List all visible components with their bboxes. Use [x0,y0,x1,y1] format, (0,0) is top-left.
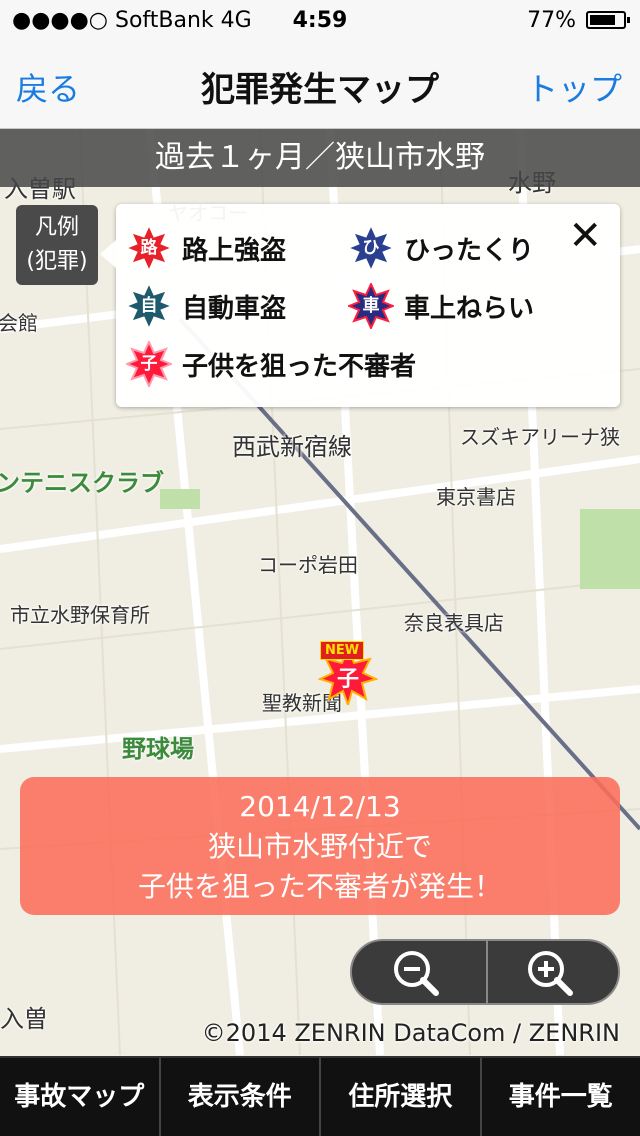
tab-display-conditions[interactable]: 表示条件 [161,1058,321,1136]
tab-address-selection[interactable]: 住所選択 [321,1058,482,1136]
incident-marker[interactable]: NEW 子 [318,639,378,705]
top-button[interactable]: トップ [526,64,622,110]
map-label-yakyujo: 野球場 [122,735,194,763]
legend-tab-label: 凡例 [34,215,79,240]
star-badge-icon: 路 [126,225,172,271]
legend-item-snatching: ひ ひったくり [348,225,534,271]
close-icon[interactable]: ✕ [568,216,602,256]
status-bar: ●●●●○ SoftBank 4G 4:59 77% [0,0,640,40]
zoom-out-icon [394,951,439,996]
period-banner: 過去１ヶ月／狭山市水野 [0,129,640,187]
marker-char: 子 [336,667,359,692]
zoom-in-button[interactable] [522,947,582,999]
map-copyright: ©2014 ZENRIN DataCom / ZENRIN [201,1019,620,1047]
battery-percent: 77% [527,8,576,33]
navigation-bar: 戻る 犯罪発生マップ トップ [0,40,640,129]
star-badge-icon: 子 [126,341,172,387]
star-badge-icon: 自 [126,283,172,329]
map-label-tennis: ンテニスクラブ [0,469,164,497]
map-label-nara: 奈良表具店 [404,611,504,635]
map-label-iriso: 入曽 [0,1005,48,1033]
map-label-railway: 西武新宿線 [232,433,352,461]
battery-icon [586,11,630,29]
incident-alert[interactable]: 2014/12/13 狭山市水野付近で 子供を狙った不審者が発生！ [20,777,620,915]
zoom-out-button[interactable] [388,947,448,999]
star-badge-icon: ひ [348,225,394,271]
zoom-control [350,939,620,1005]
legend-item-street-robbery: 路 路上強盗 [126,225,286,271]
legend-item-suspicious-person: 子 子供を狙った不審者 [126,341,416,387]
bottom-tab-bar: 事故マップ 表示条件 住所選択 事件一覧 [0,1056,640,1136]
new-badge: NEW [320,641,365,660]
tab-accident-map[interactable]: 事故マップ [0,1058,161,1136]
map-label-kaikan: 会館 [0,311,38,335]
legend-panel: ✕ 路 路上強盗 ひ ひったくり 自 自動車盗 車 車上ねらい 子 子供を狙った… [100,204,620,407]
legend-tab-sublabel: (犯罪) [26,249,88,274]
crime-map[interactable]: 入曽駅 水野 ヤオコー 会館 西武新宿線 スズキアリーナ狭 ンテニスクラブ 東京… [0,129,640,1055]
zoom-in-icon [528,951,573,996]
map-label-suzuki: スズキアリーナ狭 [460,425,620,449]
map-label-hoikusho: 市立水野保育所 [10,603,150,627]
map-label-copo: コーポ岩田 [258,553,358,577]
alert-date: 2014/12/13 [239,790,401,823]
legend-item-car-break-in: 車 車上ねらい [348,283,534,329]
star-badge-icon: 車 [348,283,394,329]
legend-item-car-theft: 自 自動車盗 [126,283,286,329]
legend-toggle-button[interactable]: 凡例 (犯罪) [16,205,98,285]
tab-incident-list[interactable]: 事件一覧 [482,1058,640,1136]
map-label-tokyo-shoten: 東京書店 [436,485,516,509]
alert-message: 子供を狙った不審者が発生！ [137,870,502,903]
alert-location: 狭山市水野付近で [207,830,432,863]
